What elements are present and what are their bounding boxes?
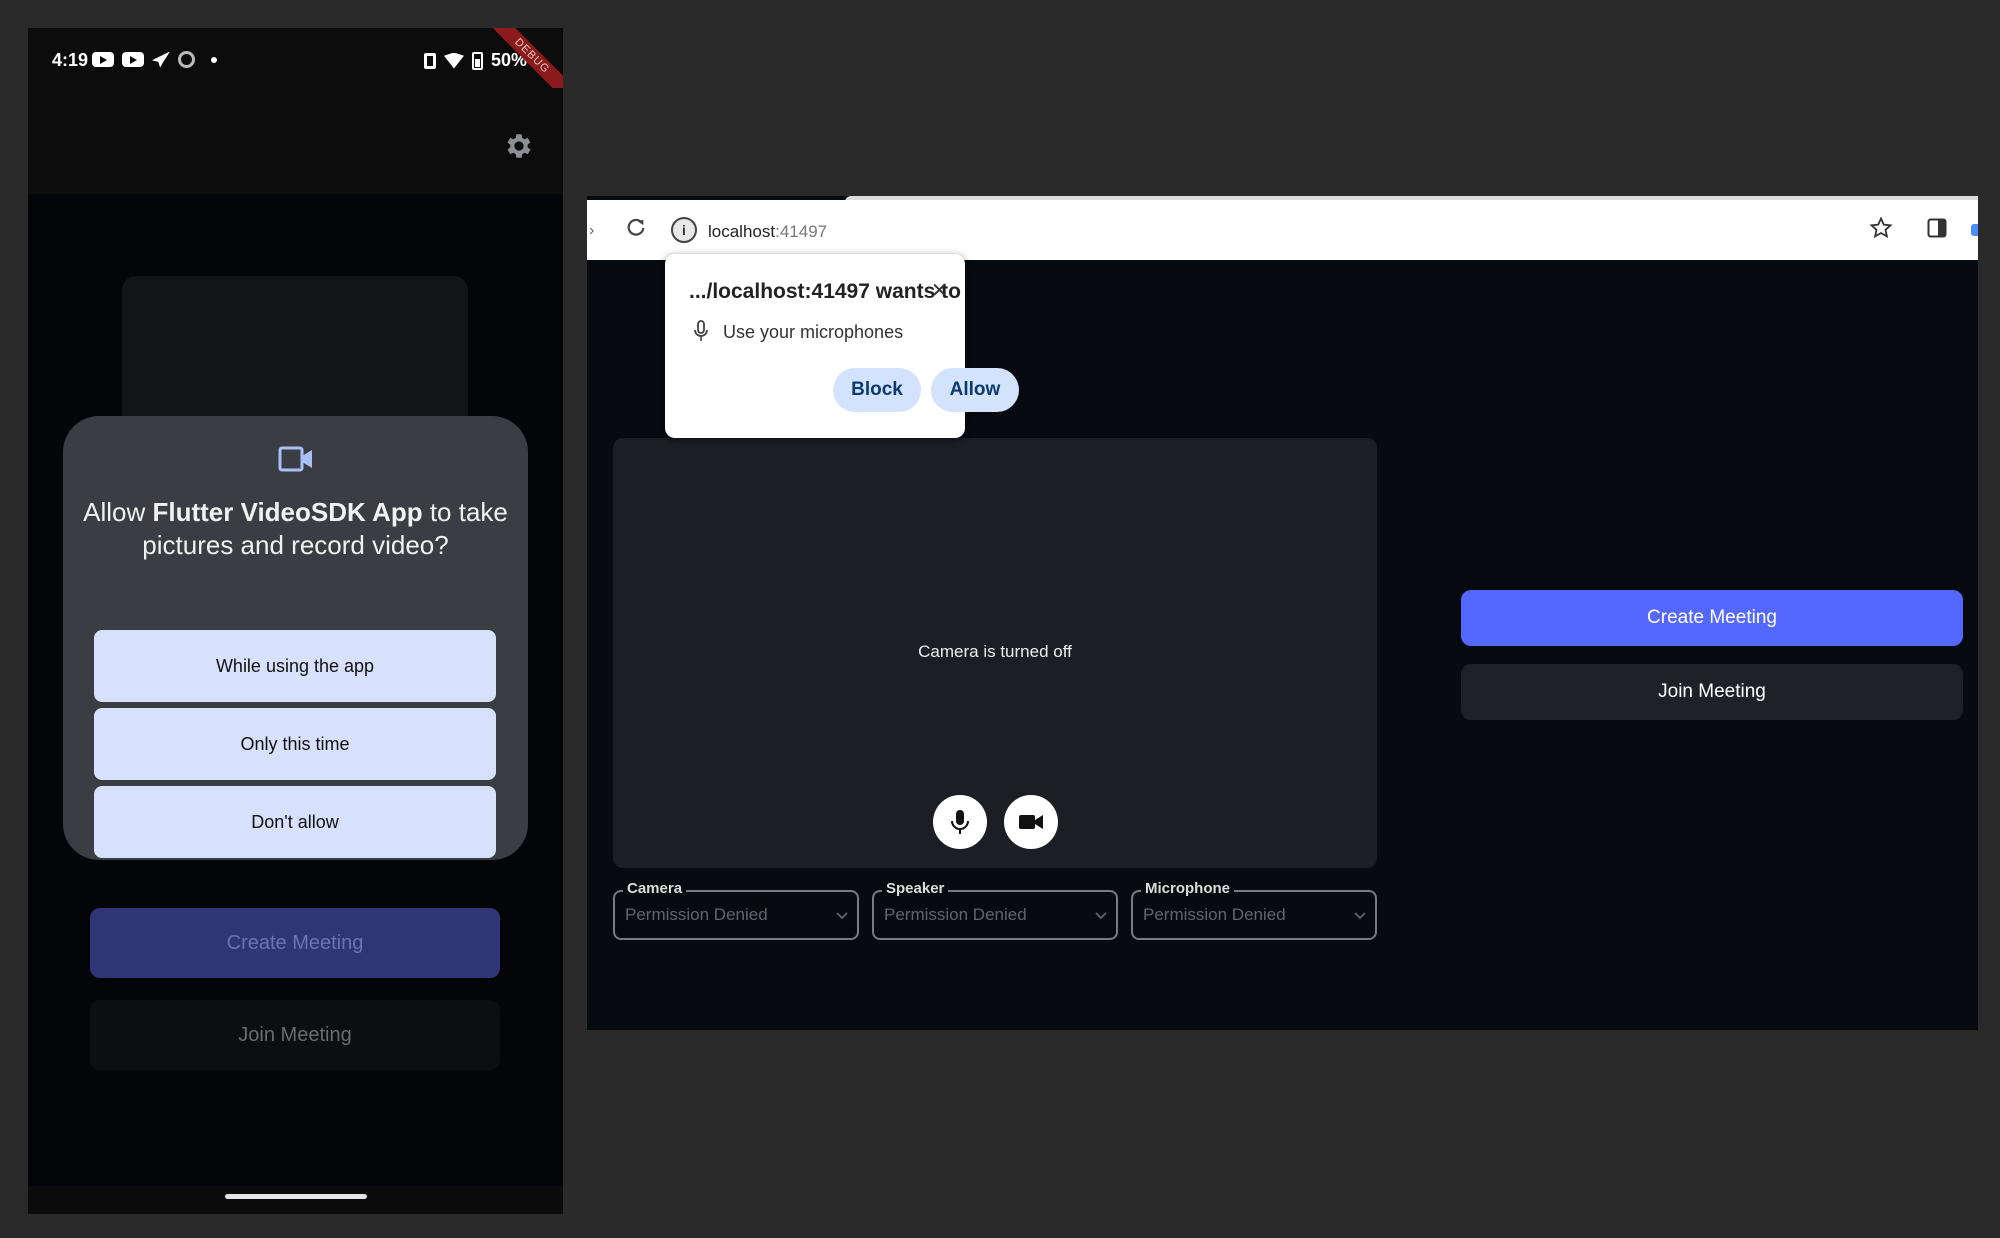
speaker-select-label: Speaker (882, 880, 949, 897)
permission-dialog: Allow Flutter VideoSDK App to take pictu… (63, 416, 528, 860)
reload-icon[interactable] (625, 216, 647, 238)
send-icon (152, 51, 170, 68)
forward-icon[interactable]: › (589, 222, 594, 240)
speaker-select-value: Permission Denied (884, 905, 1027, 924)
status-time: 4:19 (52, 50, 89, 70)
microphone-select-value: Permission Denied (1143, 905, 1286, 924)
while-using-app-button[interactable]: While using the app (94, 630, 496, 702)
notification-icons (92, 51, 217, 68)
microphone-icon (951, 810, 969, 834)
camera-select-value: Permission Denied (625, 905, 768, 924)
url-text[interactable]: localhost:41497 (708, 222, 827, 242)
system-icons: 50% (423, 50, 527, 71)
dont-allow-button[interactable]: Don't allow (94, 786, 496, 858)
camera-select[interactable]: Camera Permission Denied (613, 880, 859, 940)
sync-icon (178, 51, 195, 68)
status-bar: 4:19 50% DEBUG (28, 28, 563, 108)
camera-select-label: Camera (623, 880, 687, 897)
side-panel-icon[interactable] (1927, 218, 1947, 238)
phone-screen: 4:19 50% DEBUG Create Meeting Join Meeti… (28, 28, 563, 1214)
more-notifications-icon (211, 56, 217, 63)
camera-off-text: Camera is turned off (918, 642, 1072, 661)
microphone-select-label: Microphone (1141, 880, 1234, 897)
block-button[interactable]: Block (833, 368, 921, 412)
mic-toggle-button[interactable] (933, 795, 987, 849)
browser-window: › i localhost:41497 Camera is turned off (587, 196, 1978, 1030)
create-meeting-button[interactable]: Create Meeting (1461, 590, 1963, 646)
only-this-time-button[interactable]: Only this time (94, 708, 496, 780)
url-host: localhost (708, 222, 776, 241)
create-meeting-button[interactable]: Create Meeting (90, 908, 500, 978)
profile-avatar[interactable] (1971, 224, 1978, 236)
join-meeting-button[interactable]: Join Meeting (1461, 664, 1963, 720)
gear-icon[interactable] (503, 130, 535, 162)
chevron-down-icon (1095, 912, 1107, 920)
microphone-select[interactable]: Microphone Permission Denied (1131, 880, 1377, 940)
speaker-select[interactable]: Speaker Permission Denied (872, 880, 1118, 940)
vibrate-icon (423, 52, 436, 69)
chevron-down-icon (836, 912, 848, 920)
battery-icon (471, 51, 483, 70)
permission-dialog-title: Allow Flutter VideoSDK App to take pictu… (83, 497, 508, 560)
microphone-icon (694, 320, 708, 341)
close-icon[interactable]: ✕ (931, 278, 948, 303)
chevron-down-icon (1354, 912, 1366, 920)
video-camera-icon (1019, 815, 1043, 829)
youtube-icon (92, 52, 114, 67)
site-permission-popup: .../localhost:41497 wants to ✕ Use your … (665, 254, 1019, 438)
navigation-bar (28, 1186, 563, 1214)
browser-toolbar: › i localhost:41497 (587, 200, 1978, 260)
wifi-icon (443, 52, 464, 69)
video-camera-icon (278, 446, 312, 472)
url-port: :41497 (775, 222, 828, 241)
permission-request-text: Use your microphones (723, 322, 904, 342)
join-meeting-button[interactable]: Join Meeting (90, 1000, 500, 1070)
allow-button[interactable]: Allow (931, 368, 1019, 412)
site-info-icon[interactable]: i (671, 217, 697, 243)
bookmark-star-icon[interactable] (1869, 216, 1893, 240)
app-name: Flutter VideoSDK App (152, 497, 423, 527)
camera-toggle-button[interactable] (1004, 795, 1058, 849)
video-preview: Camera is turned off (613, 438, 1377, 868)
gesture-handle[interactable] (225, 1194, 367, 1199)
app-bar (28, 88, 563, 194)
youtube-icon (122, 52, 144, 67)
popup-title: .../localhost:41497 wants to (689, 280, 961, 303)
address-bar[interactable] (667, 210, 1827, 250)
